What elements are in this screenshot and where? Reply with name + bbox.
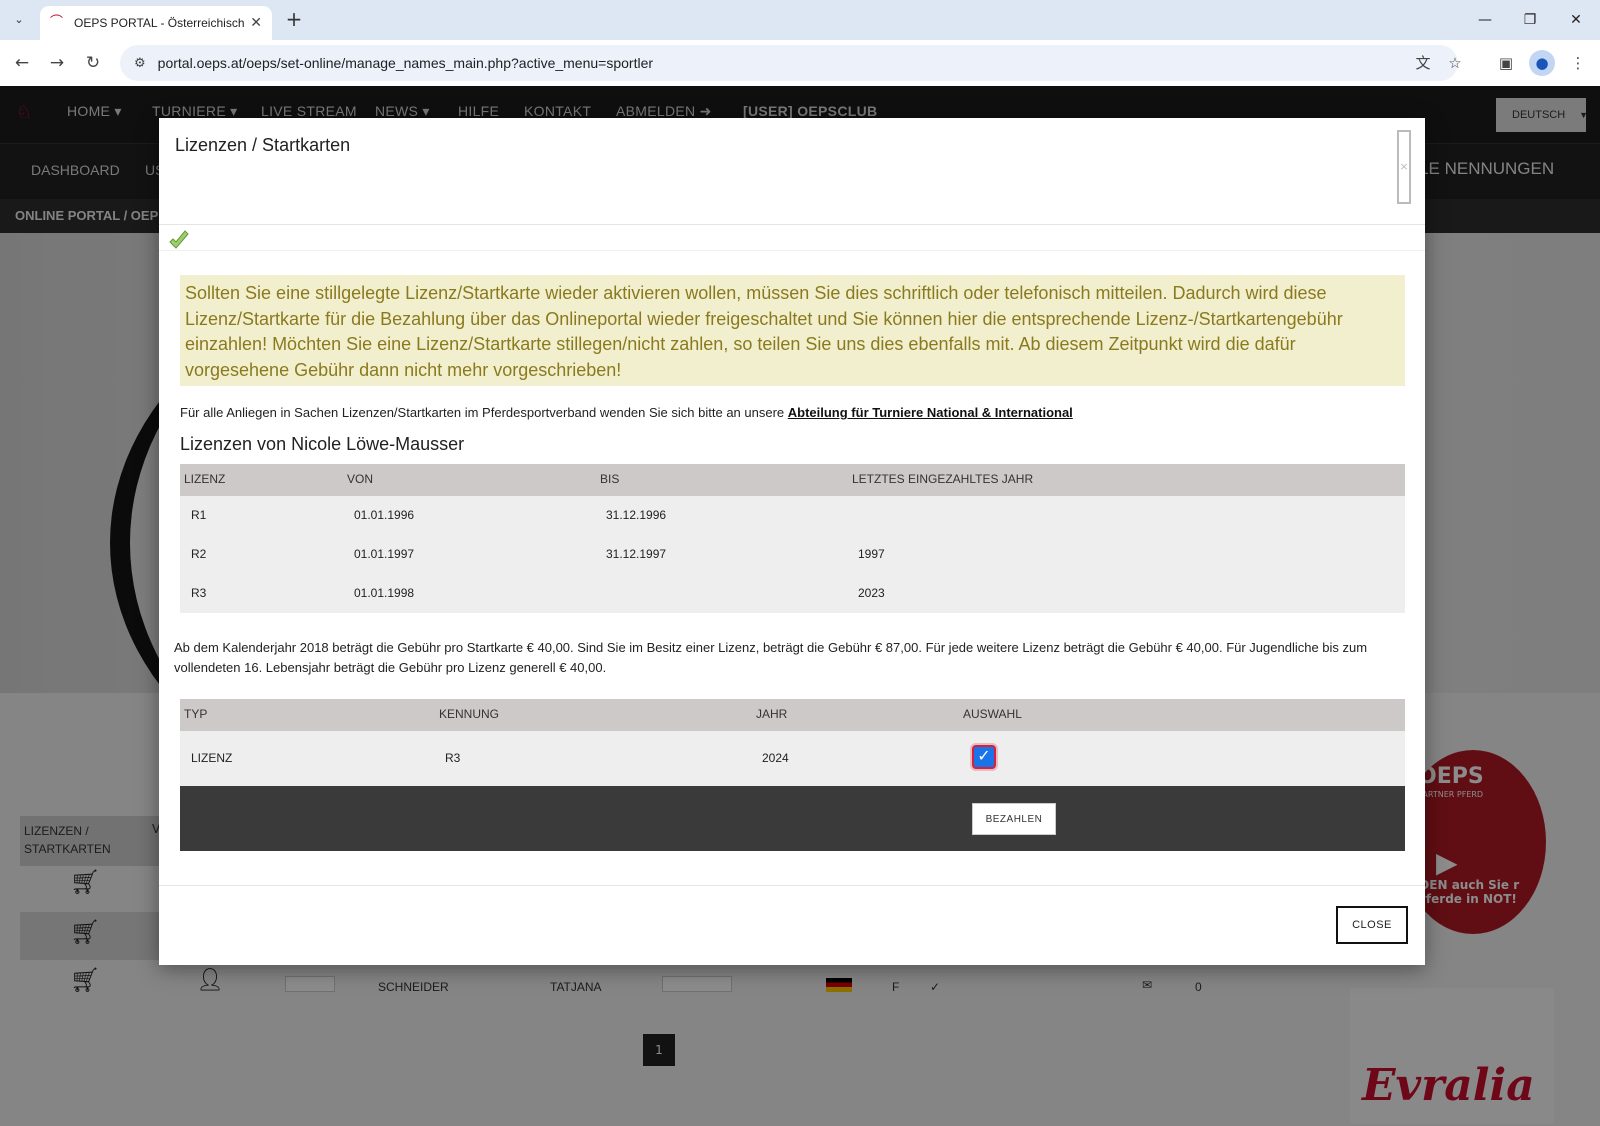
cell-von: 01.01.1998 (354, 586, 415, 600)
tab-title: OEPS PORTAL - Österreichische (74, 16, 245, 30)
translate-icon[interactable]: 文 (1410, 45, 1436, 81)
modal-close-x-icon[interactable]: × (1397, 130, 1411, 204)
licenses-heading: Lizenzen von Nicole Löwe-Mausser (180, 434, 465, 454)
site-info-icon[interactable]: ⚙ (134, 56, 146, 71)
forward-icon[interactable]: → (44, 50, 70, 76)
back-icon[interactable]: ← (9, 50, 35, 76)
tab-search-icon[interactable]: ⌄ (8, 8, 30, 30)
new-tab-icon[interactable]: + (282, 8, 306, 32)
browser-menu-icon[interactable]: ⋮ (1565, 50, 1591, 76)
close-button[interactable]: CLOSE (1336, 906, 1408, 944)
pencil-check-icon (169, 230, 189, 249)
reactivation-notice: Sollten Sie eine stillgelegte Lizenz/Sta… (180, 275, 1405, 386)
url-text: portal.oeps.at/oeps/set-online/manage_na… (157, 55, 654, 71)
payment-footer: BEZAHLEN (180, 786, 1405, 851)
column-header-lizenz: LIZENZ (184, 472, 226, 486)
cell-lizenz: R3 (191, 586, 207, 600)
cell-jahr: 2023 (858, 586, 885, 600)
column-header-bis: BIS (600, 472, 620, 486)
licenses-modal: Lizenzen / Startkarten × Sollten Sie ein… (159, 118, 1425, 965)
cell-von: 01.01.1997 (354, 547, 415, 561)
column-header-jahr: JAHR (756, 707, 788, 721)
cell-bis: 31.12.1997 (606, 547, 667, 561)
restore-icon[interactable]: ❐ (1515, 8, 1545, 32)
fee-information: Ab dem Kalenderjahr 2018 beträgt die Geb… (174, 640, 1368, 675)
column-header-auswahl: AUSWAHL (963, 707, 1022, 721)
divider (159, 250, 1425, 251)
pay-button[interactable]: BEZAHLEN (972, 803, 1056, 835)
department-link[interactable]: Abteilung für Turniere National & Intern… (788, 405, 1073, 420)
table-row: LIZENZ R3 2024 ✓ (180, 731, 1405, 786)
cell-lizenz: R2 (191, 547, 207, 561)
address-bar-row: ← → ↻ ⚙ portal.oeps.at/oeps/set-online/m… (0, 40, 1600, 86)
column-header-typ: TYP (184, 707, 208, 721)
select-license-checkbox[interactable]: ✓ (972, 745, 996, 769)
contact-prefix: Für alle Anliegen in Sachen Lizenzen/Sta… (180, 405, 788, 420)
oeps-favicon-icon: ⌒ (50, 15, 64, 30)
cell-lizenz: R1 (191, 508, 207, 522)
bookmark-star-icon[interactable]: ☆ (1442, 45, 1468, 81)
column-header-letztes-jahr: LETZTES EINGEZAHLTES JAHR (852, 472, 1034, 486)
table-row: R3 01.01.1998 2023 (180, 574, 1405, 613)
payment-table: TYP KENNUNG JAHR AUSWAHL LIZENZ R3 2024 … (180, 699, 1405, 787)
window-close-icon[interactable]: ✕ (1561, 8, 1591, 32)
cell-jahr: 1997 (858, 547, 885, 561)
omnibox[interactable]: ⚙ portal.oeps.at/oeps/set-online/manage_… (120, 45, 1462, 81)
cell-bis: 31.12.1996 (606, 508, 667, 522)
cell-kennung: R3 (445, 751, 461, 765)
license-table: LIZENZ VON BIS LETZTES EINGEZAHLTES JAHR… (180, 464, 1405, 614)
payment-table-header: TYP KENNUNG JAHR AUSWAHL (180, 699, 1405, 731)
minimize-icon[interactable]: — (1470, 8, 1500, 32)
profile-avatar-icon[interactable]: ● (1529, 50, 1555, 76)
tab-close-icon[interactable]: ✕ (250, 15, 262, 31)
table-row: R1 01.01.1996 31.12.1996 (180, 496, 1405, 535)
column-header-kennung: KENNUNG (439, 707, 500, 721)
column-header-von: VON (347, 472, 374, 486)
modal-footer-divider (159, 885, 1425, 886)
cell-jahr: 2024 (762, 751, 789, 765)
browser-tab-bar: ⌄ ⌒ OEPS PORTAL - Österreichische ✕ + — … (0, 0, 1600, 40)
reload-icon[interactable]: ↻ (80, 50, 106, 76)
cell-typ: LIZENZ (191, 751, 233, 765)
modal-title: Lizenzen / Startkarten (175, 135, 351, 155)
license-table-header: LIZENZ VON BIS LETZTES EINGEZAHLTES JAHR (180, 464, 1405, 496)
modal-header: Lizenzen / Startkarten × (159, 118, 1425, 225)
contact-line: Für alle Anliegen in Sachen Lizenzen/Sta… (180, 405, 1073, 420)
cell-von: 01.01.1996 (354, 508, 415, 522)
side-panel-icon[interactable]: ▣ (1493, 50, 1519, 76)
table-row: R2 01.01.1997 31.12.1997 1997 (180, 535, 1405, 574)
browser-tab[interactable]: ⌒ OEPS PORTAL - Österreichische ✕ (40, 6, 272, 40)
